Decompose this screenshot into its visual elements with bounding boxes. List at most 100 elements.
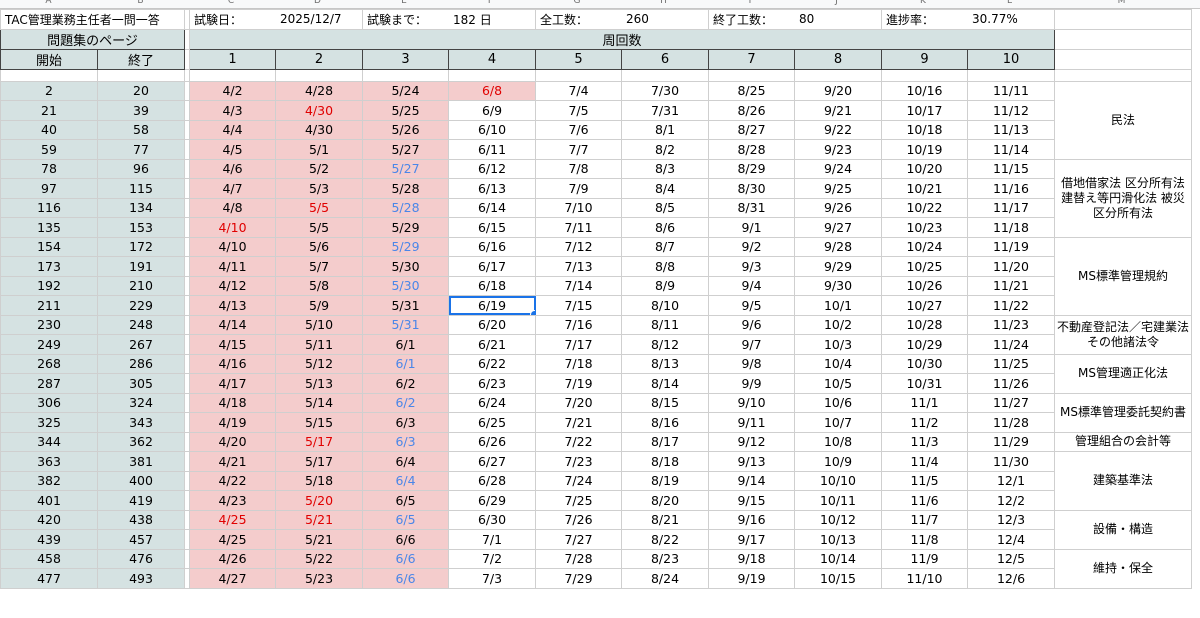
end-page-cell[interactable]: 39	[97, 100, 185, 121]
round-date-cell[interactable]: 9/25	[794, 178, 882, 199]
start-page-cell[interactable]: 382	[0, 470, 98, 491]
round-date-cell[interactable]: 5/31	[362, 314, 449, 335]
round-date-cell[interactable]: 10/11	[794, 490, 882, 511]
round-date-cell[interactable]: 4/14	[189, 314, 276, 335]
round-date-cell[interactable]: 11/19	[967, 236, 1055, 257]
category-cell[interactable]: 民法	[1054, 80, 1192, 160]
round-date-cell[interactable]: 11/9	[881, 548, 968, 569]
round-date-cell[interactable]: 5/25	[362, 100, 449, 121]
round-date-cell[interactable]: 12/3	[967, 509, 1055, 530]
round-date-cell[interactable]: 6/2	[362, 373, 449, 394]
category-cell[interactable]: 管理組合の会計等	[1054, 431, 1192, 452]
column-header[interactable]: C	[188, 0, 274, 6]
round-date-cell[interactable]: 9/23	[794, 139, 882, 160]
gap-cell[interactable]	[189, 68, 276, 82]
round-date-cell[interactable]: 10/28	[881, 314, 968, 335]
round-date-cell[interactable]: 9/14	[708, 470, 795, 491]
round-date-cell[interactable]: 5/27	[362, 139, 449, 160]
round-date-cell[interactable]: 9/20	[794, 80, 882, 101]
round-date-cell[interactable]: 8/5	[621, 197, 709, 218]
round-date-cell[interactable]: 7/31	[621, 100, 709, 121]
round-date-cell[interactable]: 4/3	[189, 100, 276, 121]
round-date-cell[interactable]: 7/1	[448, 529, 536, 550]
round-date-cell[interactable]: 7/27	[535, 529, 622, 550]
round-date-cell[interactable]: 6/25	[448, 412, 536, 433]
round-date-cell[interactable]: 10/12	[794, 509, 882, 530]
round-date-cell[interactable]: 5/14	[275, 392, 363, 413]
round-date-cell[interactable]: 6/18	[448, 275, 536, 296]
end-page-cell[interactable]: 58	[97, 119, 185, 140]
round-date-cell[interactable]: 4/2	[189, 80, 276, 101]
round-date-cell[interactable]: 5/21	[275, 529, 363, 550]
round-date-cell[interactable]: 6/16	[448, 236, 536, 257]
end-page-cell[interactable]: 153	[97, 217, 185, 238]
round-date-cell[interactable]: 6/8	[448, 80, 536, 101]
round-date-cell[interactable]: 6/29	[448, 490, 536, 511]
empty-cell[interactable]	[1054, 28, 1192, 50]
round-date-cell[interactable]: 8/31	[708, 197, 795, 218]
category-cell[interactable]: MS標準管理委託契約書	[1054, 392, 1192, 433]
round-date-cell[interactable]: 4/26	[189, 548, 276, 569]
start-page-cell[interactable]: 97	[0, 178, 98, 199]
round-date-cell[interactable]: 9/6	[708, 314, 795, 335]
gap-cell[interactable]	[621, 68, 709, 82]
round-date-cell[interactable]: 10/17	[881, 100, 968, 121]
round-date-cell[interactable]: 10/22	[881, 197, 968, 218]
round-date-cell[interactable]: 4/10	[189, 217, 276, 238]
end-page-cell[interactable]: 324	[97, 392, 185, 413]
round-date-cell[interactable]: 9/10	[708, 392, 795, 413]
round-date-cell[interactable]: 5/5	[275, 197, 363, 218]
round-date-cell[interactable]: 8/28	[708, 139, 795, 160]
round-header[interactable]: 6	[621, 48, 709, 70]
round-date-cell[interactable]: 8/15	[621, 392, 709, 413]
round-date-cell[interactable]: 10/30	[881, 353, 968, 374]
start-page-cell[interactable]: 59	[0, 139, 98, 160]
round-date-cell[interactable]: 5/27	[362, 158, 449, 179]
end-page-cell[interactable]: 115	[97, 178, 185, 199]
start-page-cell[interactable]: 192	[0, 275, 98, 296]
round-date-cell[interactable]: 9/28	[794, 236, 882, 257]
column-header[interactable]: L	[966, 0, 1053, 6]
empty-cell[interactable]	[1054, 48, 1192, 70]
start-page-cell[interactable]: 268	[0, 353, 98, 374]
round-date-cell[interactable]: 7/4	[535, 80, 622, 101]
gap-cell[interactable]	[794, 68, 882, 82]
round-date-cell[interactable]: 5/6	[275, 236, 363, 257]
category-cell[interactable]: MS管理適正化法	[1054, 353, 1192, 394]
round-date-cell[interactable]: 4/11	[189, 256, 276, 277]
round-date-cell[interactable]: 4/22	[189, 470, 276, 491]
end-page-cell[interactable]: 267	[97, 334, 185, 355]
round-date-cell[interactable]: 6/13	[448, 178, 536, 199]
round-date-cell[interactable]: 10/2	[794, 314, 882, 335]
column-header[interactable]: B	[97, 0, 184, 6]
round-date-cell[interactable]: 7/12	[535, 236, 622, 257]
start-page-cell[interactable]: 2	[0, 80, 98, 101]
round-date-cell[interactable]: 9/26	[794, 197, 882, 218]
round-date-cell[interactable]: 11/1	[881, 392, 968, 413]
end-page-cell[interactable]: 400	[97, 470, 185, 491]
start-page-cell[interactable]: 21	[0, 100, 98, 121]
round-date-cell[interactable]: 9/29	[794, 256, 882, 277]
round-date-cell[interactable]: 7/28	[535, 548, 622, 569]
round-date-cell[interactable]: 10/14	[794, 548, 882, 569]
round-date-cell[interactable]: 6/1	[362, 334, 449, 355]
round-date-cell[interactable]: 9/22	[794, 119, 882, 140]
round-date-cell[interactable]: 7/25	[535, 490, 622, 511]
round-date-cell[interactable]: 5/28	[362, 178, 449, 199]
gap-cell[interactable]	[0, 68, 98, 82]
round-date-cell[interactable]: 12/2	[967, 490, 1055, 511]
round-date-cell[interactable]: 4/28	[275, 80, 363, 101]
gap-cell[interactable]	[708, 68, 795, 82]
start-page-cell[interactable]: 173	[0, 256, 98, 277]
end-header[interactable]: 終了	[97, 48, 185, 70]
round-date-cell[interactable]: 8/20	[621, 490, 709, 511]
round-date-cell[interactable]: 8/17	[621, 431, 709, 452]
end-page-cell[interactable]: 493	[97, 568, 185, 589]
round-date-cell[interactable]: 10/23	[881, 217, 968, 238]
end-page-cell[interactable]: 476	[97, 548, 185, 569]
round-date-cell[interactable]: 10/18	[881, 119, 968, 140]
round-date-cell[interactable]: 8/8	[621, 256, 709, 277]
start-page-cell[interactable]: 116	[0, 197, 98, 218]
round-date-cell[interactable]: 10/20	[881, 158, 968, 179]
round-date-cell[interactable]: 8/9	[621, 275, 709, 296]
